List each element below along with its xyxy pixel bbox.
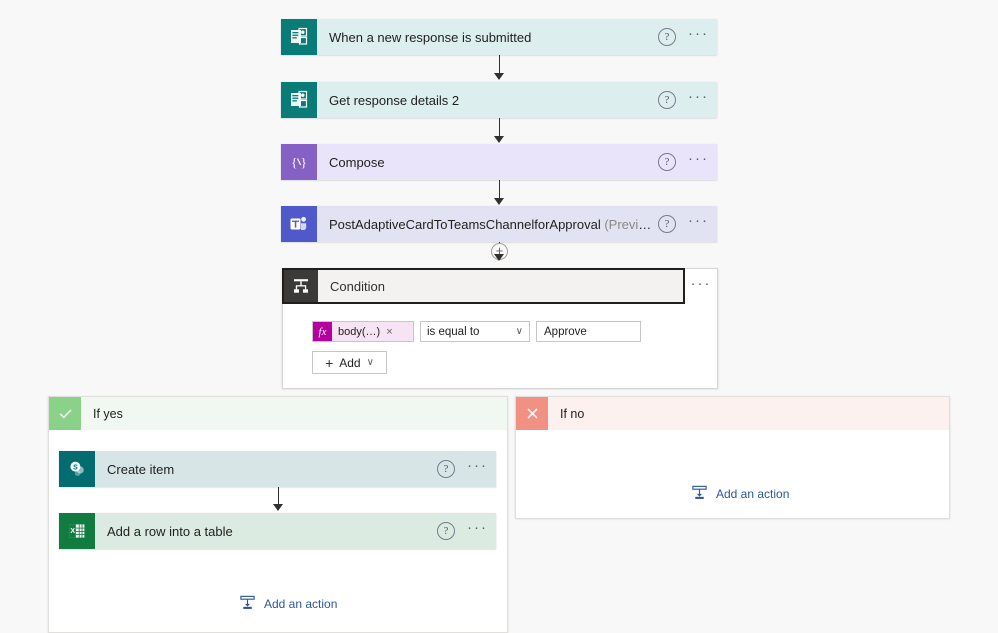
flow-step-compose[interactable]: { } Compose ? ··· bbox=[281, 144, 717, 180]
branch-yes-add-action[interactable]: Add an action bbox=[239, 594, 337, 614]
condition-left-operand-field[interactable]: fx body(…) × bbox=[312, 321, 414, 342]
excel-icon: X bbox=[59, 513, 95, 549]
add-action-icon bbox=[239, 594, 256, 614]
step-title: Compose bbox=[329, 154, 385, 170]
add-action-label: Add an action bbox=[716, 487, 790, 501]
card-body: Compose ? ··· bbox=[317, 144, 717, 180]
connector-arrow-4 bbox=[494, 254, 504, 261]
action-menu-icon[interactable]: ··· bbox=[467, 520, 488, 539]
action-title: Add a row into a table bbox=[107, 523, 233, 539]
compose-braces-icon: { } bbox=[281, 144, 317, 180]
card-body: PostAdaptiveCardToTeamsChannelforApprova… bbox=[317, 206, 717, 242]
help-icon[interactable]: ? bbox=[658, 153, 676, 171]
connector-arrow-1 bbox=[494, 73, 504, 80]
remove-token-icon[interactable]: × bbox=[386, 326, 392, 338]
condition-menu-icon[interactable]: ··· bbox=[685, 268, 717, 304]
condition-header[interactable]: Condition bbox=[282, 268, 685, 304]
condition-operator-select[interactable]: is equal to ∨ bbox=[420, 321, 530, 342]
connector-1 bbox=[499, 55, 500, 75]
flow-step-trigger-forms[interactable]: When a new response is submitted ? ··· bbox=[281, 19, 717, 55]
condition-value-text: Approve bbox=[544, 325, 587, 338]
step-menu-icon[interactable]: ··· bbox=[688, 26, 709, 45]
flow-step-post-adaptive-card-teams[interactable]: PostAdaptiveCardToTeamsChannelforApprova… bbox=[281, 206, 717, 242]
help-icon[interactable]: ? bbox=[658, 215, 676, 233]
condition-expression-row: fx body(…) × is equal to ∨ Approve bbox=[312, 321, 641, 342]
step-title-text: PostAdaptiveCardToTeamsChannelforApprova… bbox=[329, 216, 601, 232]
branch-if-yes-header[interactable]: If yes bbox=[49, 397, 507, 430]
connector-3 bbox=[499, 180, 500, 200]
sharepoint-icon: S bbox=[59, 451, 95, 487]
flow-action-create-item[interactable]: S Create item ? ··· bbox=[59, 451, 496, 487]
microsoft-teams-icon bbox=[281, 206, 317, 242]
branch-yes-connector-arrow bbox=[273, 504, 283, 511]
expression-token[interactable]: body(…) × bbox=[332, 322, 413, 341]
flow-action-add-row-into-table[interactable]: X Add a row into a table ? ··· bbox=[59, 513, 496, 549]
action-menu-icon[interactable]: ··· bbox=[467, 458, 488, 477]
step-title: PostAdaptiveCardToTeamsChannelforApprova… bbox=[329, 217, 658, 232]
connector-arrow-2 bbox=[494, 136, 504, 143]
step-menu-icon[interactable]: ··· bbox=[688, 213, 709, 232]
connector-arrow-3 bbox=[494, 198, 504, 205]
connector-2 bbox=[499, 118, 500, 138]
condition-value-input[interactable]: Approve bbox=[536, 321, 641, 342]
preview-tag: (Preview) bbox=[604, 216, 658, 232]
flow-canvas: When a new response is submitted ? ··· G… bbox=[0, 0, 998, 633]
card-body: When a new response is submitted ? ··· bbox=[317, 19, 717, 55]
checkmark-icon bbox=[49, 397, 81, 430]
card-body: Add a row into a table ? ··· bbox=[95, 513, 496, 549]
action-title: Create item bbox=[107, 461, 175, 477]
condition-title: Condition bbox=[330, 278, 385, 294]
condition-operator-value: is equal to bbox=[427, 325, 480, 338]
help-icon[interactable]: ? bbox=[658, 91, 676, 109]
chevron-down-icon: ∨ bbox=[515, 326, 523, 337]
microsoft-forms-icon bbox=[281, 19, 317, 55]
expression-token-label: body(…) bbox=[338, 325, 381, 338]
add-action-icon bbox=[691, 484, 708, 504]
card-body: Get response details 2 ? ··· bbox=[317, 82, 717, 118]
microsoft-forms-icon bbox=[281, 82, 317, 118]
branch-if-yes-label: If yes bbox=[81, 397, 507, 430]
branch-no-add-action[interactable]: Add an action bbox=[691, 484, 789, 504]
condition-add-button[interactable]: + Add ∨ bbox=[312, 351, 387, 374]
condition-branch-icon bbox=[284, 270, 318, 302]
svg-text:X: X bbox=[70, 528, 75, 535]
step-menu-icon[interactable]: ··· bbox=[688, 89, 709, 108]
help-icon[interactable]: ? bbox=[437, 460, 455, 478]
chevron-down-icon: ∨ bbox=[366, 357, 374, 368]
fx-icon: fx bbox=[313, 322, 332, 341]
branch-if-no-header[interactable]: If no bbox=[516, 397, 949, 430]
help-icon[interactable]: ? bbox=[658, 28, 676, 46]
step-title: Get response details 2 bbox=[329, 92, 460, 108]
cross-icon bbox=[516, 397, 548, 430]
help-icon[interactable]: ? bbox=[437, 522, 455, 540]
step-menu-icon[interactable]: ··· bbox=[688, 151, 709, 170]
condition-add-label: Add bbox=[339, 355, 361, 370]
plus-icon: + bbox=[325, 354, 334, 371]
card-body: Create item ? ··· bbox=[95, 451, 496, 487]
branch-if-no-label: If no bbox=[548, 397, 949, 430]
flow-step-get-response-details[interactable]: Get response details 2 ? ··· bbox=[281, 82, 717, 118]
add-action-label: Add an action bbox=[264, 597, 338, 611]
step-title: When a new response is submitted bbox=[329, 29, 532, 45]
